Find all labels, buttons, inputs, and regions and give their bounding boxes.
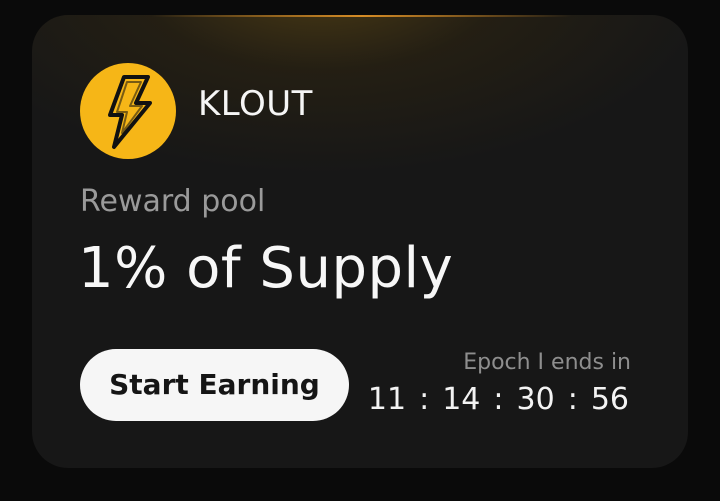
reward-card: KLOUT Reward pool 1% of Supply Start Ear… — [32, 15, 688, 468]
epoch-countdown-label: Epoch I ends in — [463, 350, 631, 375]
klout-logo — [80, 63, 176, 159]
countdown-hours: 11 — [367, 382, 407, 417]
card-top-glow — [152, 15, 572, 17]
lightning-bolt-icon — [108, 75, 152, 149]
epoch-countdown: 11 : 14 : 30 : 56 — [368, 385, 629, 415]
countdown-separator: : — [493, 382, 504, 417]
start-earning-button[interactable]: Start Earning — [80, 349, 349, 421]
countdown-separator: : — [567, 382, 578, 417]
countdown-seconds: 30 — [516, 382, 555, 417]
countdown-separator: : — [419, 382, 430, 417]
countdown-centiseconds: 56 — [590, 382, 629, 417]
reward-pool-label: Reward pool — [80, 184, 266, 219]
countdown-minutes: 14 — [442, 382, 481, 417]
reward-pool-value: 1% of Supply — [78, 236, 454, 301]
brand-name: KLOUT — [198, 84, 313, 124]
